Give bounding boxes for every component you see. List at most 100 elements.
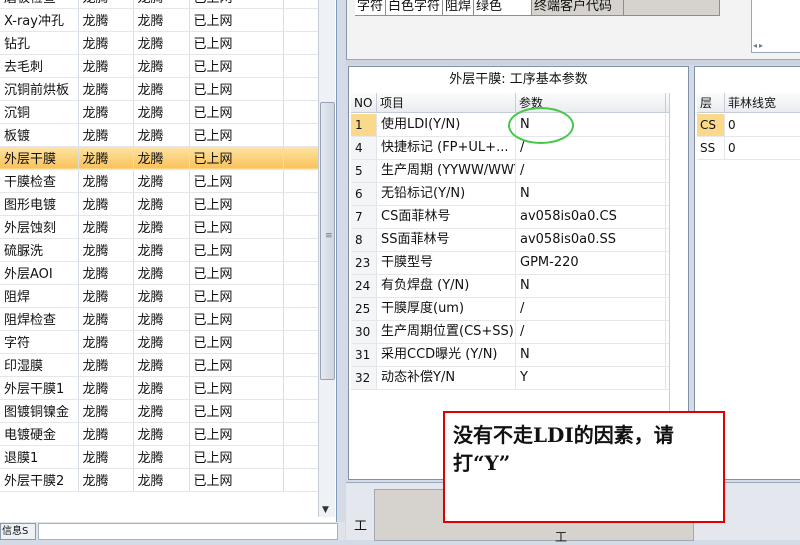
table-row[interactable]: 阻焊 龙腾 龙腾 已上网 (0, 284, 319, 308)
table-row[interactable]: 干膜检查 龙腾 龙腾 已上网 (0, 169, 319, 193)
process-table: 磨板检查龙腾龙腾已上网X-ray冲孔龙腾龙腾已上网钻孔龙腾龙腾已上网去毛刺龙腾龙… (0, 0, 319, 492)
table-row[interactable]: CS 0 (697, 114, 800, 137)
table-row[interactable]: 沉铜 龙腾 龙腾 已上网 (0, 100, 319, 124)
table-row[interactable]: 外层干膜 龙腾 龙腾 已上网 (0, 146, 319, 170)
header-item[interactable]: 项目 (377, 93, 516, 113)
param-name-cell: 使用LDI(Y/N) (377, 114, 516, 136)
table-row[interactable]: 24 有负焊盘 (Y/N) N (351, 275, 669, 298)
table-row[interactable]: 印湿膜 龙腾 龙腾 已上网 (0, 353, 319, 377)
status-cell: 已上网 (189, 100, 284, 124)
factory-cell: 龙腾 (78, 54, 134, 78)
header-layer[interactable]: 层 (697, 93, 725, 113)
tab-characters[interactable]: 字符 (355, 0, 387, 16)
params-rows: 1 使用LDI(Y/N) N 4 快捷标记 (FP+UL+.../5 生产周期 (YYWW… (351, 114, 669, 390)
factory-cell: 龙腾 (78, 468, 134, 492)
factory-cell: 龙腾 (78, 330, 134, 354)
process-name-cell: 板镀 (0, 123, 79, 147)
factory-cell: 龙腾 (133, 284, 190, 308)
param-no-cell: 6 (351, 183, 377, 205)
factory-cell: 龙腾 (78, 399, 134, 423)
param-no-cell: 5 (351, 160, 377, 182)
tab-white-characters[interactable]: 白色字符 (386, 0, 444, 16)
process-list-panel: 磨板检查龙腾龙腾已上网X-ray冲孔龙腾龙腾已上网钻孔龙腾龙腾已上网去毛刺龙腾龙… (0, 0, 337, 522)
param-name-cell: 快捷标记 (FP+UL+... (377, 137, 516, 159)
scroll-arrows-icon[interactable]: ◂▸ (753, 41, 765, 50)
info-tab[interactable]: 信息S (0, 523, 36, 540)
table-row[interactable]: 5生产周期 (YYWW/WWYY)/ (351, 160, 669, 183)
status-cell: 已上网 (189, 353, 284, 377)
table-row[interactable]: 磨板检查龙腾龙腾已上网 (0, 0, 319, 9)
table-row[interactable]: 外层干膜2 龙腾 龙腾 已上网 (0, 468, 319, 492)
param-value-cell[interactable]: GPM-220 (516, 252, 666, 274)
factory-cell: 龙腾 (133, 146, 190, 170)
table-row[interactable]: 电镀硬金 龙腾 龙腾 已上网 (0, 422, 319, 446)
table-row[interactable]: 外层干膜1 龙腾 龙腾 已上网 (0, 376, 319, 400)
table-row[interactable]: X-ray冲孔 龙腾 龙腾 已上网 (0, 8, 319, 32)
header-no[interactable]: NO (351, 93, 377, 113)
param-value-cell[interactable]: / (516, 298, 666, 320)
param-value-cell[interactable]: N (516, 275, 666, 297)
table-row[interactable]: 23 干膜型号 GPM-220 (351, 252, 669, 275)
vertical-scrollbar[interactable]: ≡ ▼ (318, 0, 335, 517)
process-name-cell: 图形电镀 (0, 192, 79, 216)
table-row[interactable]: 外层AOI 龙腾 龙腾 已上网 (0, 261, 319, 285)
status-cell: 已上网 (189, 261, 284, 285)
scroll-down-icon[interactable]: ▼ (322, 505, 329, 515)
table-row[interactable]: 7 CS面菲林号 av058is0a0.CS (351, 206, 669, 229)
factory-cell: 龙腾 (133, 422, 190, 446)
param-value-cell[interactable]: av058is0a0.SS (516, 229, 666, 251)
param-name-cell: 生产周期位置(CS+SS) (377, 321, 516, 343)
factory-cell: 龙腾 (78, 169, 134, 193)
factory-cell: 龙腾 (78, 8, 134, 32)
process-name-cell: 字符 (0, 330, 79, 354)
tab-end-customer-code[interactable]: 终端客户代码 (532, 0, 625, 16)
table-row[interactable]: 字符 龙腾 龙腾 已上网 (0, 330, 319, 354)
table-row[interactable]: 6 无铅标记(Y/N) N (351, 183, 669, 206)
table-row[interactable]: 板镀 龙腾 龙腾 已上网 (0, 123, 319, 147)
status-cell: 已上网 (189, 123, 284, 147)
param-no-cell: 8 (351, 229, 377, 251)
table-row[interactable]: 沉铜前烘板 龙腾 龙腾 已上网 (0, 77, 319, 101)
process-name-cell: X-ray冲孔 (0, 8, 79, 32)
table-row[interactable]: 32 动态补偿Y/N Y (351, 367, 669, 390)
process-name-cell: 外层干膜 (0, 146, 79, 170)
table-row[interactable]: 退膜1 龙腾 龙腾 已上网 (0, 445, 319, 469)
table-row[interactable]: 31 采用CCD曝光 (Y/N) N (351, 344, 669, 367)
param-value-cell[interactable]: / (516, 321, 666, 343)
bottom-input[interactable] (38, 523, 338, 540)
table-row[interactable]: 硫脲洗 龙腾 龙腾 已上网 (0, 238, 319, 262)
process-name-cell: 退膜1 (0, 445, 79, 469)
table-row[interactable]: 25 干膜厚度(um) / (351, 298, 669, 321)
film-width-cell[interactable]: 0 (725, 114, 800, 136)
param-value-cell[interactable]: av058is0a0.CS (516, 206, 666, 228)
table-row[interactable]: 4 快捷标记 (FP+UL+... / (351, 137, 669, 160)
table-row[interactable]: 钻孔 龙腾 龙腾 已上网 (0, 31, 319, 55)
params-header-row: NO 项目 参数 (351, 93, 669, 113)
table-row[interactable]: SS 0 (697, 137, 800, 160)
empty-cell (283, 215, 319, 239)
empty-cell (283, 445, 319, 469)
film-width-cell[interactable]: 0 (725, 137, 800, 159)
process-name-cell: 干膜检查 (0, 169, 79, 193)
empty-cell (283, 307, 319, 331)
tab-green[interactable]: 绿色 (474, 0, 533, 16)
tab-solder-mask[interactable]: 阻焊 (443, 0, 475, 16)
table-row[interactable]: 图形电镀 龙腾 龙腾 已上网 (0, 192, 319, 216)
table-row[interactable]: 去毛刺 龙腾 龙腾 已上网 (0, 54, 319, 78)
header-film-width[interactable]: 菲林线宽 (725, 93, 800, 113)
empty-cell (283, 468, 319, 492)
param-value-cell[interactable]: Y (516, 367, 666, 389)
status-cell: 已上网 (189, 284, 284, 308)
status-cell: 已上网 (189, 445, 284, 469)
factory-cell: 龙腾 (78, 0, 134, 9)
param-value-cell[interactable]: N (516, 344, 666, 366)
table-row[interactable]: 30 生产周期位置(CS+SS) / (351, 321, 669, 344)
scroll-thumb[interactable]: ≡ (320, 102, 335, 380)
process-name-cell: 沉铜 (0, 100, 79, 124)
table-row[interactable]: 8 SS面菲林号 av058is0a0.SS (351, 229, 669, 252)
table-row[interactable]: 图镀铜镍金 龙腾 龙腾 已上网 (0, 399, 319, 423)
param-value-cell[interactable]: N (516, 183, 666, 205)
table-row[interactable]: 阻焊检查 龙腾 龙腾 已上网 (0, 307, 319, 331)
table-row[interactable]: 外层蚀刻 龙腾 龙腾 已上网 (0, 215, 319, 239)
param-value-cell[interactable]: / (516, 160, 666, 182)
